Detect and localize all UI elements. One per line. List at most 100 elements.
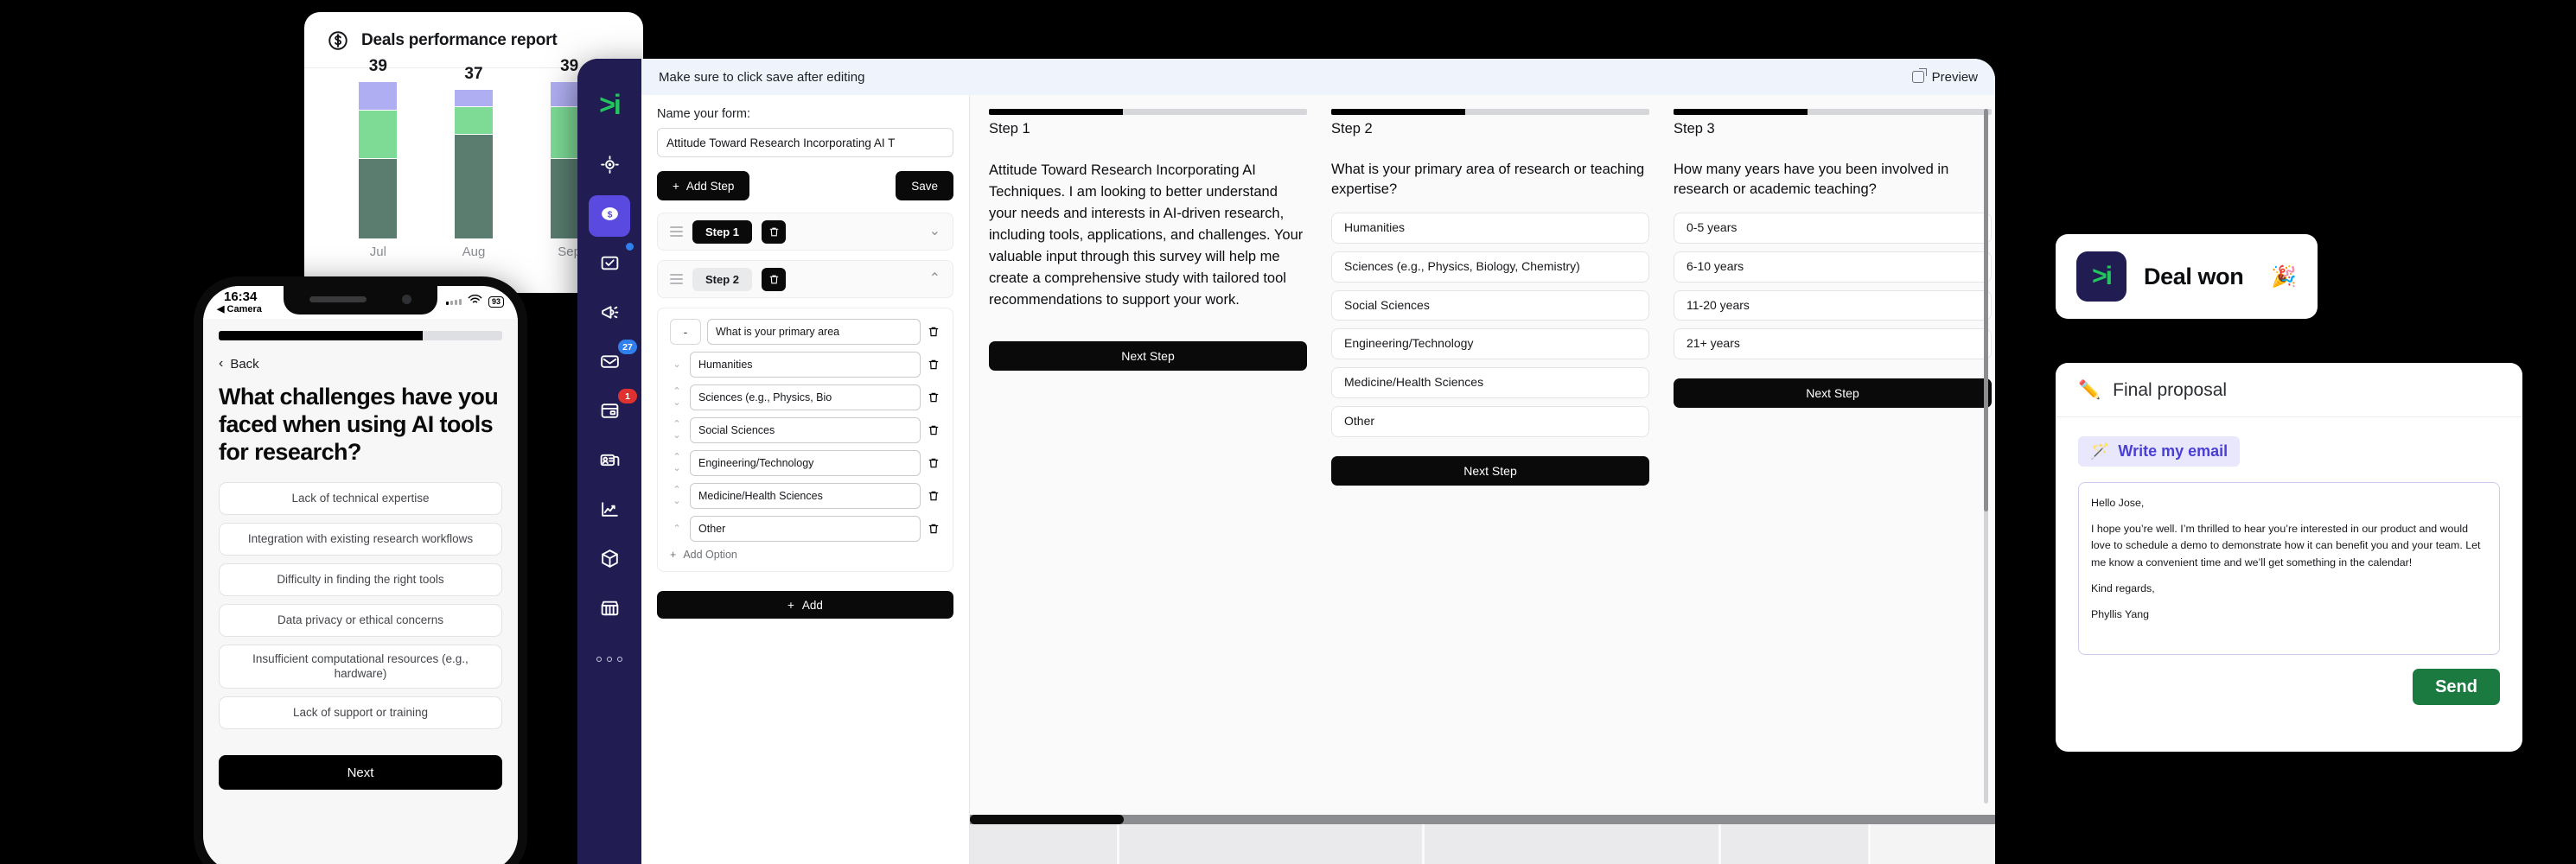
reorder-option-control[interactable]: ⌃ ⌄ <box>670 486 684 506</box>
step-2-chip[interactable]: Step 2 <box>692 267 753 291</box>
step-option[interactable]: 0-5 years <box>1674 212 1992 244</box>
wifi-icon <box>468 294 482 309</box>
step-row-1[interactable]: Step 1 ⌄ <box>657 213 953 251</box>
sidebar-item-inbox[interactable]: 27 <box>589 340 637 384</box>
phone-back-button[interactable]: ‹ Back <box>219 356 502 372</box>
save-button[interactable]: Save <box>896 171 953 200</box>
chevron-left-icon: ‹ <box>219 356 224 371</box>
reorder-option-control[interactable]: ⌃ ⌄ <box>670 453 684 473</box>
status-time: 16:34 <box>224 289 258 304</box>
delete-option-icon[interactable] <box>927 523 940 535</box>
reorder-option-control[interactable]: ⌃ ⌄ <box>670 420 684 441</box>
form-preview-panel: Step 1 Attitude Toward Research Incorpora… <box>970 95 1995 864</box>
option-input[interactable]: Humanities <box>690 352 921 378</box>
sidebar-item-tasks[interactable] <box>589 243 634 286</box>
step-option[interactable]: Medicine/Health Sciences <box>1331 367 1649 399</box>
option-input[interactable]: Engineering/Technology <box>690 450 921 476</box>
delete-option-icon[interactable] <box>927 490 940 502</box>
sidebar-item-products[interactable] <box>589 540 630 581</box>
email-textarea[interactable]: Hello Jose, I hope you’re well. I’m thri… <box>2078 482 2500 655</box>
add-label: Add <box>801 598 823 612</box>
sidebar-item-contacts[interactable] <box>589 442 630 483</box>
horizontal-scrollbar[interactable] <box>970 815 1995 824</box>
bar-group: 39 Jul 37 Aug 39 Sep <box>330 57 617 259</box>
phone-option[interactable]: Insufficient computational resources (e.… <box>219 644 502 689</box>
move-down-icon[interactable]: ⌄ <box>673 464 680 473</box>
preview-button[interactable]: Preview <box>1911 68 1978 85</box>
add-field-button[interactable]: + Add <box>657 591 953 619</box>
notification-badge <box>626 243 634 251</box>
phone-option-list: Lack of technical expertise Integration w… <box>219 481 502 730</box>
move-up-icon[interactable]: ⌃ <box>673 453 680 462</box>
move-up-icon[interactable]: ⌃ <box>673 486 680 495</box>
delete-step-1-button[interactable] <box>762 219 787 244</box>
store-icon <box>599 597 621 623</box>
drag-handle-icon[interactable] <box>670 226 683 237</box>
next-step-button[interactable]: Next Step <box>1674 378 1992 409</box>
option-input[interactable]: Medicine/Health Sciences <box>690 483 921 509</box>
vertical-scrollbar[interactable] <box>1984 109 1988 804</box>
step-option[interactable]: Humanities <box>1331 212 1649 244</box>
chevron-down-icon[interactable]: ⌄ <box>929 225 940 238</box>
phone-option[interactable]: Integration with existing research workf… <box>219 522 502 556</box>
step-option[interactable]: 11-20 years <box>1674 289 1992 321</box>
form-name-input[interactable]: Attitude Toward Research Incorporating A… <box>657 128 953 157</box>
option-input[interactable]: Social Sciences <box>690 417 921 443</box>
add-option-button[interactable]: + Add Option <box>670 549 940 561</box>
step-option[interactable]: Engineering/Technology <box>1331 328 1649 360</box>
phone-next-button[interactable]: Next <box>219 755 502 791</box>
step-row-2[interactable]: Step 2 ⌃ <box>657 260 953 298</box>
step-option[interactable]: Other <box>1331 406 1649 438</box>
app-logo[interactable]: >i <box>577 71 641 138</box>
move-up-icon[interactable]: ⌃ <box>673 524 680 534</box>
signal-icon <box>445 298 462 305</box>
sidebar-item-calendar[interactable]: 1 <box>589 389 637 434</box>
chevron-up-icon[interactable]: ⌃ <box>929 272 940 286</box>
move-down-icon[interactable]: ⌄ <box>673 431 680 441</box>
sidebar-item-store[interactable] <box>589 589 630 631</box>
phone-option[interactable]: Difficulty in finding the right tools <box>219 562 502 596</box>
delete-option-icon[interactable] <box>927 391 940 403</box>
app-body: Name your form: Attitude Toward Research… <box>641 95 1995 864</box>
step-option[interactable]: 21+ years <box>1674 328 1992 360</box>
send-button[interactable]: Send <box>2413 669 2500 705</box>
option-input[interactable]: Sciences (e.g., Physics, Bio <box>690 384 921 410</box>
step-option[interactable]: 6-10 years <box>1674 251 1992 283</box>
phone-option[interactable]: Data privacy or ethical concerns <box>219 603 502 637</box>
delete-option-icon[interactable] <box>927 359 940 371</box>
phone-option[interactable]: Lack of support or training <box>219 696 502 730</box>
status-back-app[interactable]: ◀ Camera <box>217 303 262 314</box>
delete-question-icon[interactable] <box>927 326 940 338</box>
step-option[interactable]: Sciences (e.g., Physics, Biology, Chemis… <box>1331 251 1649 283</box>
move-down-icon[interactable]: ⌄ <box>673 398 680 408</box>
step-1-chip[interactable]: Step 1 <box>692 219 753 244</box>
write-my-email-button[interactable]: 🪄 Write my email <box>2078 436 2241 467</box>
reorder-option-control[interactable]: ⌃ ⌄ <box>670 387 684 408</box>
collapse-toggle[interactable]: - <box>670 319 701 345</box>
deals-icon: $ <box>599 203 621 229</box>
move-up-icon[interactable]: ⌃ <box>673 420 680 429</box>
phone-app-content: ‹ Back What challenges have you faced wh… <box>203 319 518 864</box>
sidebar-item-deals[interactable]: $ <box>589 195 630 237</box>
sidebar-item-target[interactable] <box>589 146 630 187</box>
sidebar-item-analytics[interactable] <box>589 491 630 532</box>
phone-option[interactable]: Lack of technical expertise <box>219 481 502 515</box>
email-paragraph: I hope you’re well. I’m thrilled to hear… <box>2091 523 2481 569</box>
move-down-icon[interactable]: ⌄ <box>673 497 680 506</box>
next-step-button[interactable]: Next Step <box>1331 456 1649 486</box>
next-step-button[interactable]: Next Step <box>989 340 1307 371</box>
sidebar-item-more[interactable] <box>589 638 630 680</box>
reorder-option-control[interactable]: ⌄ <box>670 359 684 370</box>
sidebar-item-campaign[interactable] <box>589 294 630 335</box>
option-input[interactable]: Other <box>690 516 921 542</box>
move-down-icon[interactable]: ⌄ <box>673 359 680 370</box>
move-up-icon[interactable]: ⌃ <box>673 387 680 397</box>
drag-handle-icon[interactable] <box>670 274 683 284</box>
question-input[interactable]: What is your primary area <box>707 319 921 345</box>
reorder-option-control[interactable]: ⌃ <box>670 524 684 534</box>
add-step-button[interactable]: + Add Step <box>657 171 750 200</box>
delete-step-2-button[interactable] <box>762 267 787 291</box>
delete-option-icon[interactable] <box>927 457 940 469</box>
delete-option-icon[interactable] <box>927 424 940 436</box>
step-option[interactable]: Social Sciences <box>1331 289 1649 321</box>
